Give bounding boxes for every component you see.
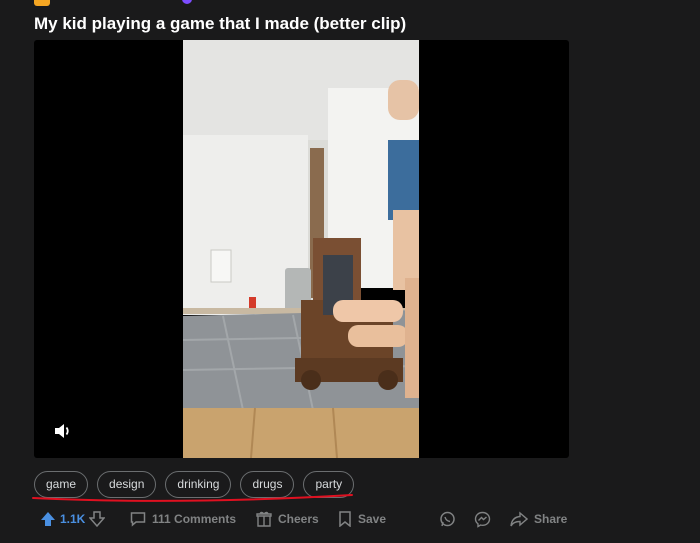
messenger-button[interactable]: [474, 508, 491, 530]
whatsapp-icon: [440, 511, 455, 526]
comments-button[interactable]: 111 Comments: [130, 508, 236, 530]
upvote-icon[interactable]: [40, 511, 56, 527]
volume-icon: [55, 424, 69, 438]
volume-button[interactable]: [50, 418, 76, 444]
downvote-icon[interactable]: [89, 511, 106, 527]
post-title[interactable]: My kid playing a game that I made (bette…: [34, 14, 406, 34]
award-icon: [182, 0, 192, 4]
video-player[interactable]: [34, 40, 569, 458]
share-icon: [510, 511, 528, 527]
vote-count: 1.1K: [60, 512, 86, 526]
whatsapp-button[interactable]: [439, 508, 456, 530]
messenger-icon: [474, 511, 491, 528]
save-label: Save: [358, 512, 387, 526]
save-button[interactable]: Save: [338, 508, 386, 530]
cheers-label: Cheers: [278, 512, 319, 526]
annotation-underline: [32, 494, 353, 502]
comment-icon: [130, 512, 146, 527]
subreddit-icon[interactable]: [34, 0, 50, 6]
comments-label: 111 Comments: [152, 512, 237, 526]
save-icon: [339, 511, 351, 527]
share-label: Share: [534, 512, 568, 526]
cheers-button[interactable]: Cheers: [256, 508, 319, 530]
cheers-icon: [256, 511, 272, 527]
vote-group: 1.1K: [40, 508, 106, 530]
share-button[interactable]: Share: [510, 508, 567, 530]
post-actions-bar: 1.1K 111 Comments Cheers Save Share: [40, 508, 580, 530]
post-meta-bar: [34, 0, 334, 8]
video-frame: [183, 40, 419, 458]
